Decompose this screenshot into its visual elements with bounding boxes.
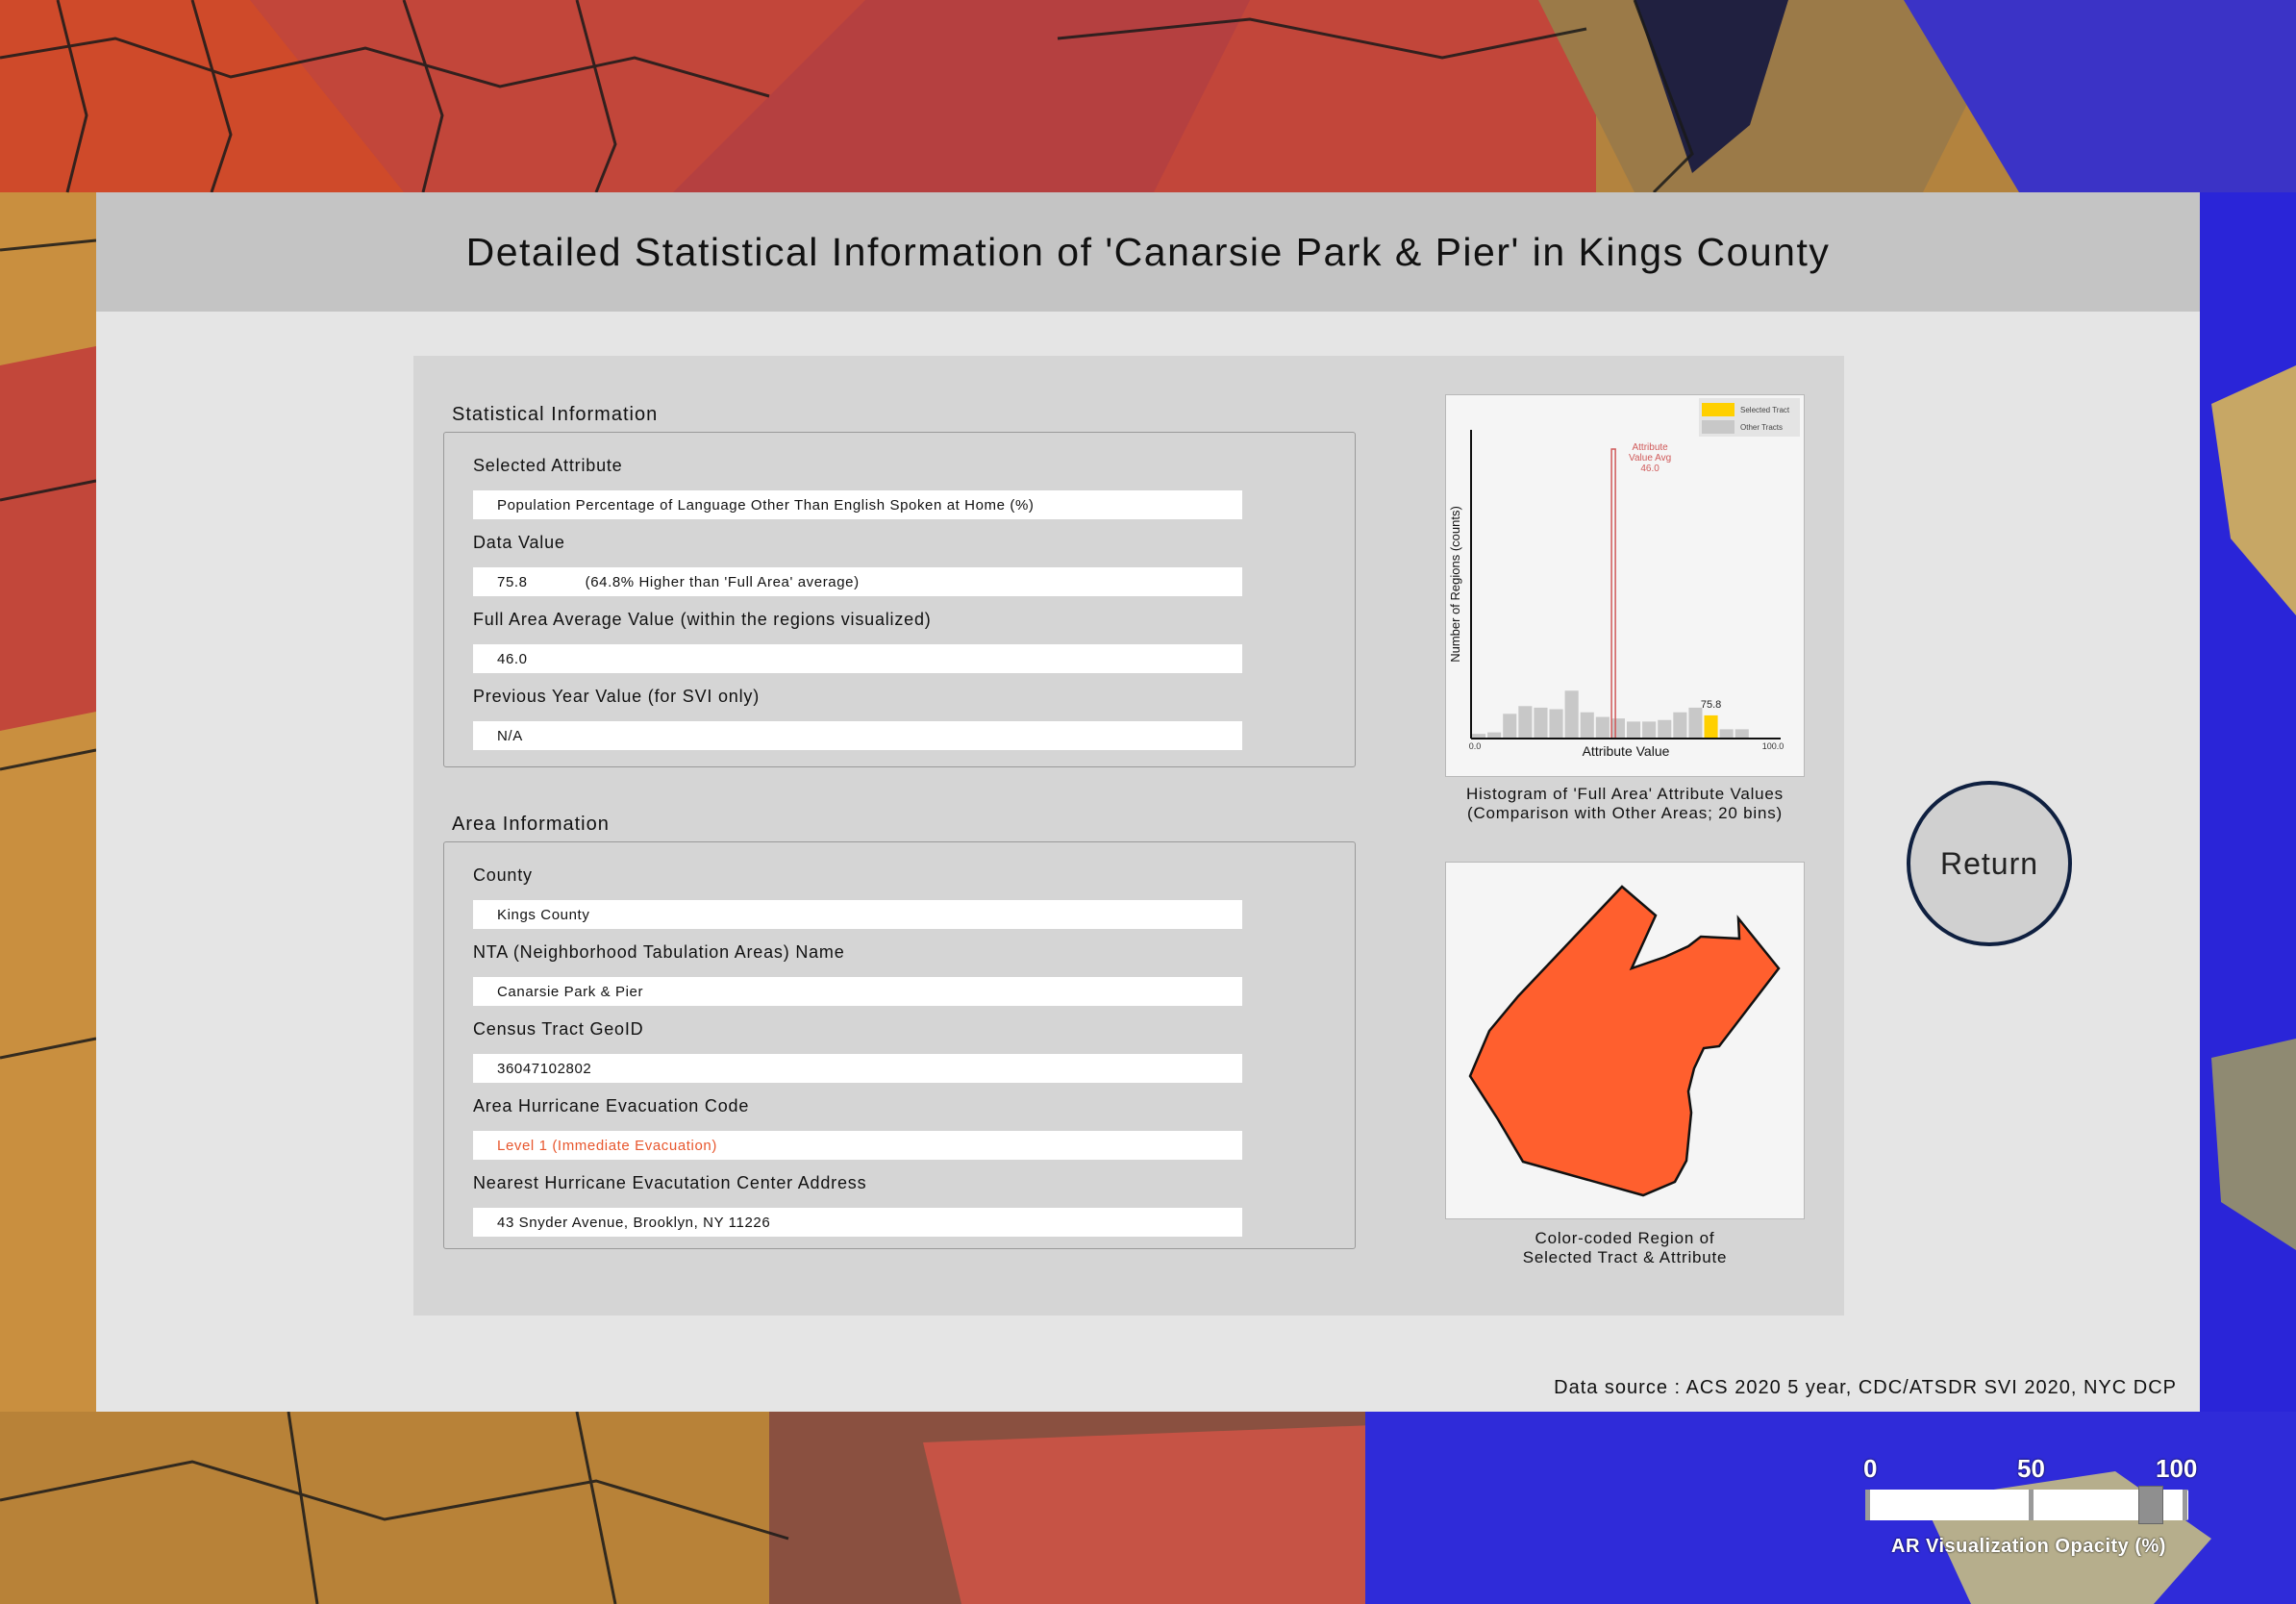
histogram-chart: AttributeValue Avg46.0 75.8 0.0 100.0 Attrib… — [1448, 398, 1800, 759]
region-caption: Color-coded Region of Selected Tract & A… — [1445, 1229, 1805, 1267]
selected-attribute-label: Selected Attribute — [473, 456, 623, 475]
nta-field: Canarsie Park & Pier — [473, 977, 1242, 1006]
histogram-bar — [1673, 712, 1687, 739]
histogram-bar — [1534, 707, 1548, 739]
selected-attribute-field: Population Percentage of Language Other … — [473, 490, 1242, 519]
evacuation-code-field: Level 1 (Immediate Evacuation) — [473, 1131, 1242, 1160]
histogram-bar — [1719, 729, 1734, 739]
y-axis-label: Number of Regions (counts) — [1448, 506, 1462, 663]
histogram-bar — [1734, 729, 1749, 739]
histogram-bar — [1688, 707, 1703, 739]
slider-thumb[interactable] — [2138, 1486, 2163, 1524]
average-line-label: Value Avg — [1629, 453, 1671, 464]
region-caption-line1: Color-coded Region of — [1535, 1229, 1715, 1247]
histogram-bar — [1610, 718, 1625, 739]
previous-year-value: N/A — [497, 727, 523, 744]
data-value-label: Data Value — [473, 533, 565, 552]
histogram-caption: Histogram of 'Full Area' Attribute Value… — [1445, 785, 1805, 823]
dialog-header: Detailed Statistical Information of 'Can… — [96, 192, 2200, 312]
histogram-bar — [1518, 706, 1533, 739]
data-value: 75.8 — [497, 573, 528, 590]
statistical-info-section: Selected Attribute Population Percentage… — [443, 432, 1356, 767]
slider-mark-0 — [1865, 1490, 1870, 1520]
x-tick-label: 0.0 — [1469, 741, 1482, 751]
selected-region-shape — [1468, 885, 1781, 1197]
county-value: Kings County — [497, 906, 590, 923]
histogram-caption-line1: Histogram of 'Full Area' Attribute Value… — [1465, 785, 1784, 803]
detail-dialog: Detailed Statistical Information of 'Can… — [96, 192, 2200, 1412]
histogram-bar-selected — [1704, 714, 1718, 739]
slider-label: AR Visualization Opacity (%) — [1891, 1536, 2166, 1557]
county-label: County — [473, 865, 533, 885]
data-source-text: Data source : ACS 2020 5 year, CDC/ATSDR… — [1554, 1377, 2177, 1398]
evacuation-center-field: 43 Snyder Avenue, Brooklyn, NY 11226 — [473, 1208, 1242, 1237]
data-value-field: 75.8 (64.8% Higher than 'Full Area' aver… — [473, 567, 1242, 596]
slider-tick-100: 100 — [2156, 1454, 2198, 1483]
full-area-average-label: Full Area Average Value (within the regi… — [473, 610, 932, 629]
x-axis-label: Attribute Value — [1583, 743, 1670, 759]
histogram-bar — [1503, 714, 1517, 739]
region-shape-map — [1468, 885, 1781, 1197]
slider-mark-100 — [2183, 1490, 2187, 1520]
average-line-label: 46.0 — [1640, 464, 1660, 474]
histogram-bar — [1658, 719, 1672, 739]
x-tick-label: 100.0 — [1762, 741, 1784, 751]
histogram-bar — [1580, 712, 1594, 739]
evacuation-code-label: Area Hurricane Evacuation Code — [473, 1096, 750, 1115]
previous-year-label: Previous Year Value (for SVI only) — [473, 687, 761, 706]
evacuation-center-label: Nearest Hurricane Evacutation Center Add… — [473, 1173, 867, 1192]
histogram-card: Attribute Value Avg 46.0 75.8 0.0 100.0 Attrib… — [1445, 394, 1805, 777]
geoid-value: 36047102802 — [497, 1060, 592, 1077]
slider-tick-50: 50 — [2017, 1454, 2045, 1483]
nta-value: Canarsie Park & Pier — [497, 983, 644, 1000]
return-button[interactable]: Return — [1907, 781, 2072, 946]
histogram-bar — [1595, 716, 1610, 739]
histogram-caption-line2: (Comparison with Other Areas; 20 bins) — [1466, 804, 1784, 822]
evacuation-center-value: 43 Snyder Avenue, Brooklyn, NY 11226 — [497, 1214, 771, 1231]
histogram-bar — [1642, 721, 1657, 739]
histogram-bar — [1564, 690, 1579, 739]
legend-label: Selected Tract — [1740, 406, 1790, 414]
content-panel: Statistical Information Selected Attribu… — [413, 356, 1844, 1316]
selected-value-label: 75.8 — [1701, 699, 1721, 711]
county-field: Kings County — [473, 900, 1242, 929]
legend-swatch — [1702, 420, 1734, 434]
region-shape-card — [1445, 862, 1805, 1219]
statistical-info-title: Statistical Information — [452, 404, 659, 425]
previous-year-field: N/A — [473, 721, 1242, 750]
legend-label: Other Tracts — [1740, 423, 1783, 432]
slider-tick-0: 0 — [1863, 1454, 1878, 1483]
area-info-title: Area Information — [452, 814, 610, 835]
histogram-bar — [1549, 709, 1563, 739]
region-caption-line2: Selected Tract & Attribute — [1522, 1248, 1728, 1266]
evacuation-code-value: Level 1 (Immediate Evacuation) — [497, 1137, 717, 1154]
geoid-label: Census Tract GeoID — [473, 1019, 644, 1039]
dialog-title: Detailed Statistical Information of 'Can… — [465, 229, 1831, 274]
selected-attribute-value: Population Percentage of Language Other … — [497, 496, 1035, 514]
full-area-average-value: 46.0 — [497, 650, 528, 667]
full-area-average-field: 46.0 — [473, 644, 1242, 673]
nta-label: NTA (Neighborhood Tabulation Areas) Name — [473, 942, 845, 962]
area-info-section: County Kings County NTA (Neighborhood Ta… — [443, 841, 1356, 1249]
slider-mark-50 — [2029, 1490, 2034, 1520]
geoid-field: 36047102802 — [473, 1054, 1242, 1083]
average-line-label: Attribute — [1632, 442, 1668, 453]
data-value-comparison: (64.8% Higher than 'Full Area' average) — [585, 573, 860, 590]
average-line — [1610, 448, 1616, 739]
legend-swatch — [1702, 403, 1734, 416]
histogram-bar — [1627, 721, 1641, 739]
opacity-slider: 0 50 100 AR Visualization Opacity (%) — [1856, 1454, 2202, 1569]
